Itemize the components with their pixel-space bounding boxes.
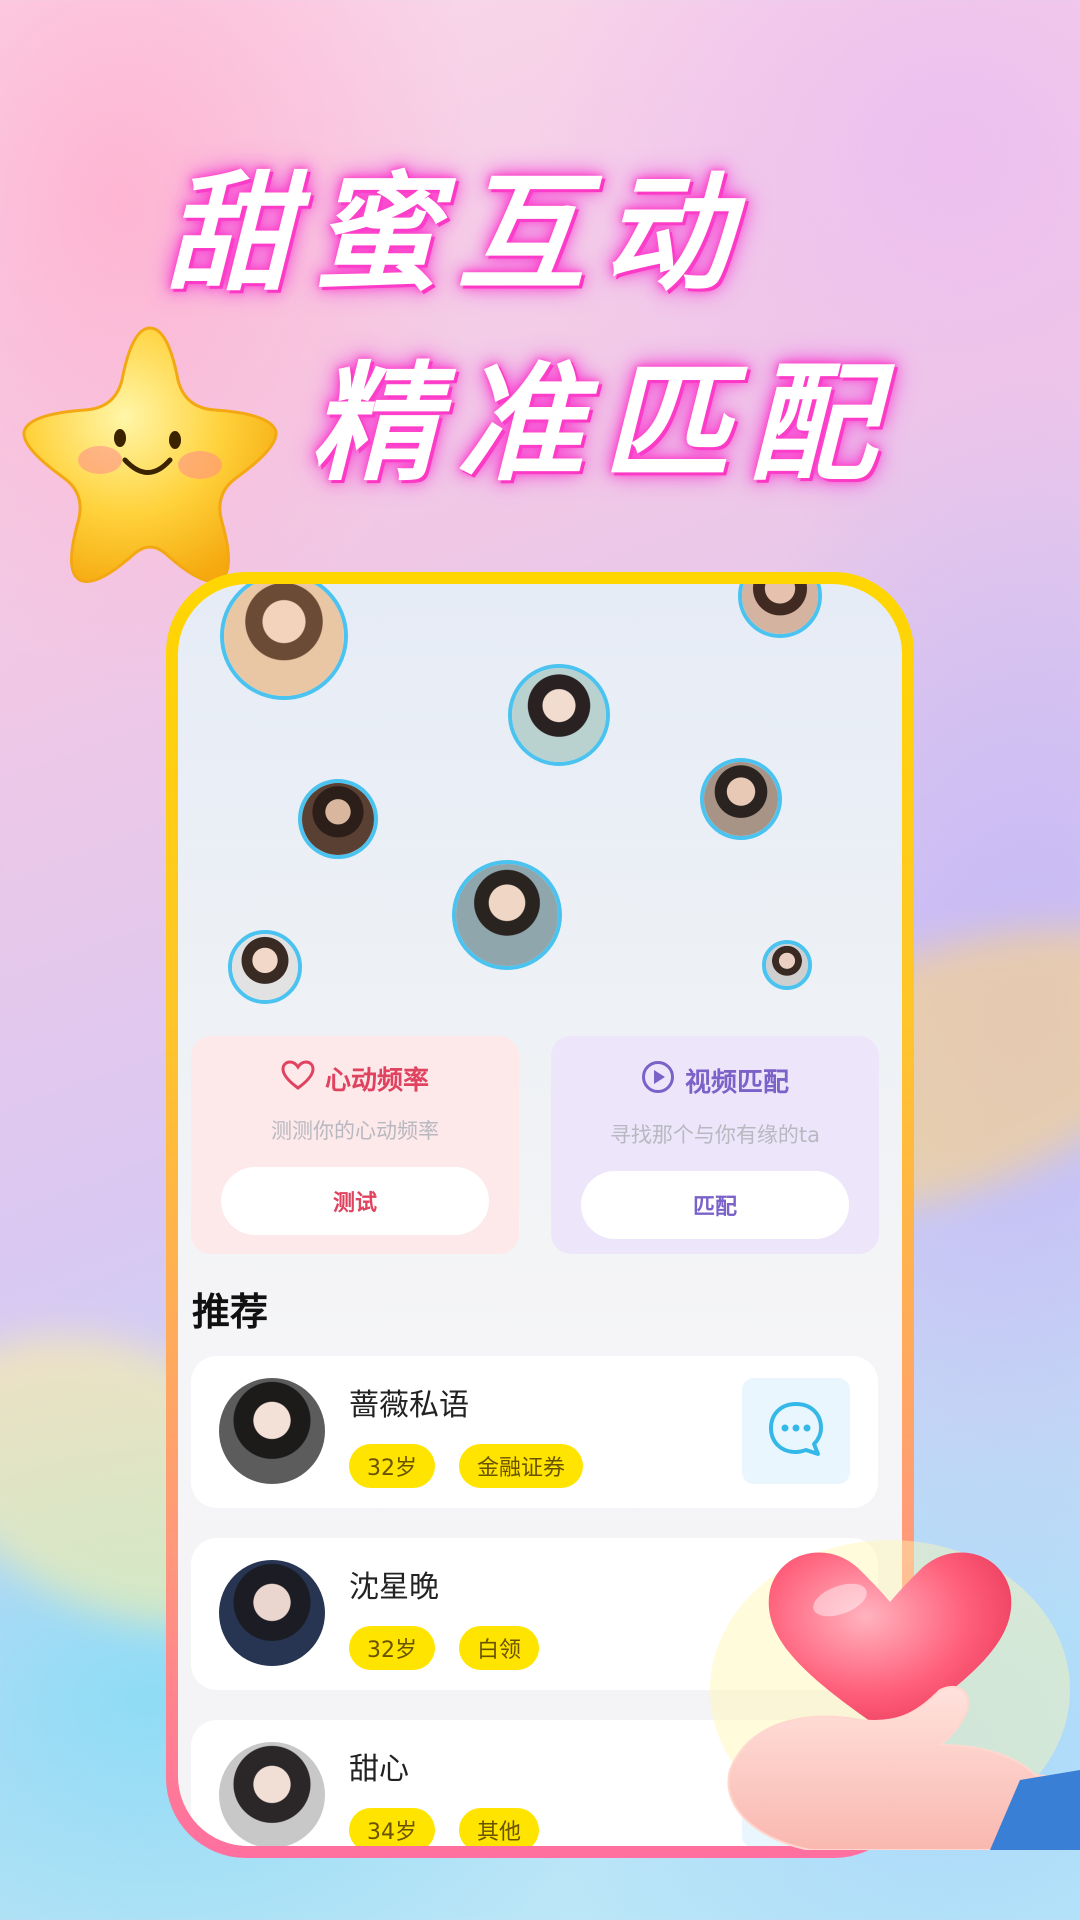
tag-group: 32岁 金融证券 xyxy=(349,1444,584,1488)
floating-avatar[interactable] xyxy=(228,930,302,1004)
age-tag: 32岁 xyxy=(349,1626,435,1670)
recommend-title: 推荐 xyxy=(192,1290,269,1334)
test-button[interactable]: 测试 xyxy=(221,1167,489,1235)
heart-frequency-subtitle: 测测你的心动频率 xyxy=(271,1119,439,1143)
list-item[interactable]: 蔷薇私语 32岁 金融证券 xyxy=(191,1356,878,1508)
heart-frequency-title-row: 心动频率 xyxy=(191,1060,519,1097)
video-match-title-row: 视频匹配 xyxy=(551,1060,879,1101)
avatar[interactable] xyxy=(219,1378,325,1484)
chat-button[interactable] xyxy=(742,1378,850,1484)
headline-line-2: 精准匹配 xyxy=(310,350,895,499)
tag-group: 34岁 其他 xyxy=(349,1808,540,1846)
floating-avatar[interactable] xyxy=(220,584,348,700)
video-match-card[interactable]: 视频匹配 寻找那个与你有缘的ta 匹配 xyxy=(551,1036,879,1254)
avatar[interactable] xyxy=(219,1742,325,1846)
match-button[interactable]: 匹配 xyxy=(581,1171,849,1239)
age-tag: 34岁 xyxy=(349,1808,435,1846)
video-match-subtitle: 寻找那个与你有缘的ta xyxy=(609,1123,821,1147)
heart-outline-icon xyxy=(281,1060,315,1097)
heart-frequency-card[interactable]: 心动频率 测测你的心动频率 测试 xyxy=(191,1036,519,1254)
occupation-tag: 其他 xyxy=(459,1808,540,1846)
floating-avatar[interactable] xyxy=(452,860,562,970)
occupation-tag: 白领 xyxy=(459,1626,540,1670)
floating-avatar[interactable] xyxy=(700,758,782,840)
headline-line-1: 甜蜜互动 xyxy=(165,160,750,309)
hand-heart-icon xyxy=(690,1520,1080,1851)
tag-group: 32岁 白领 xyxy=(349,1626,540,1670)
play-circle-icon xyxy=(641,1060,675,1101)
video-match-title: 视频匹配 xyxy=(684,1068,789,1098)
chat-bubble-icon xyxy=(765,1398,827,1464)
user-name: 沈星晚 xyxy=(349,1570,439,1605)
avatar[interactable] xyxy=(219,1560,325,1666)
floating-avatar[interactable] xyxy=(298,779,378,859)
user-name: 甜心 xyxy=(349,1752,409,1787)
smiling-star-icon xyxy=(10,310,290,590)
user-name: 蔷薇私语 xyxy=(349,1388,469,1423)
floating-avatar[interactable] xyxy=(508,664,610,766)
heart-frequency-title: 心动频率 xyxy=(324,1066,429,1096)
floating-avatar[interactable] xyxy=(738,584,822,638)
age-tag: 32岁 xyxy=(349,1444,435,1488)
floating-avatar[interactable] xyxy=(762,940,812,990)
occupation-tag: 金融证券 xyxy=(459,1444,584,1488)
